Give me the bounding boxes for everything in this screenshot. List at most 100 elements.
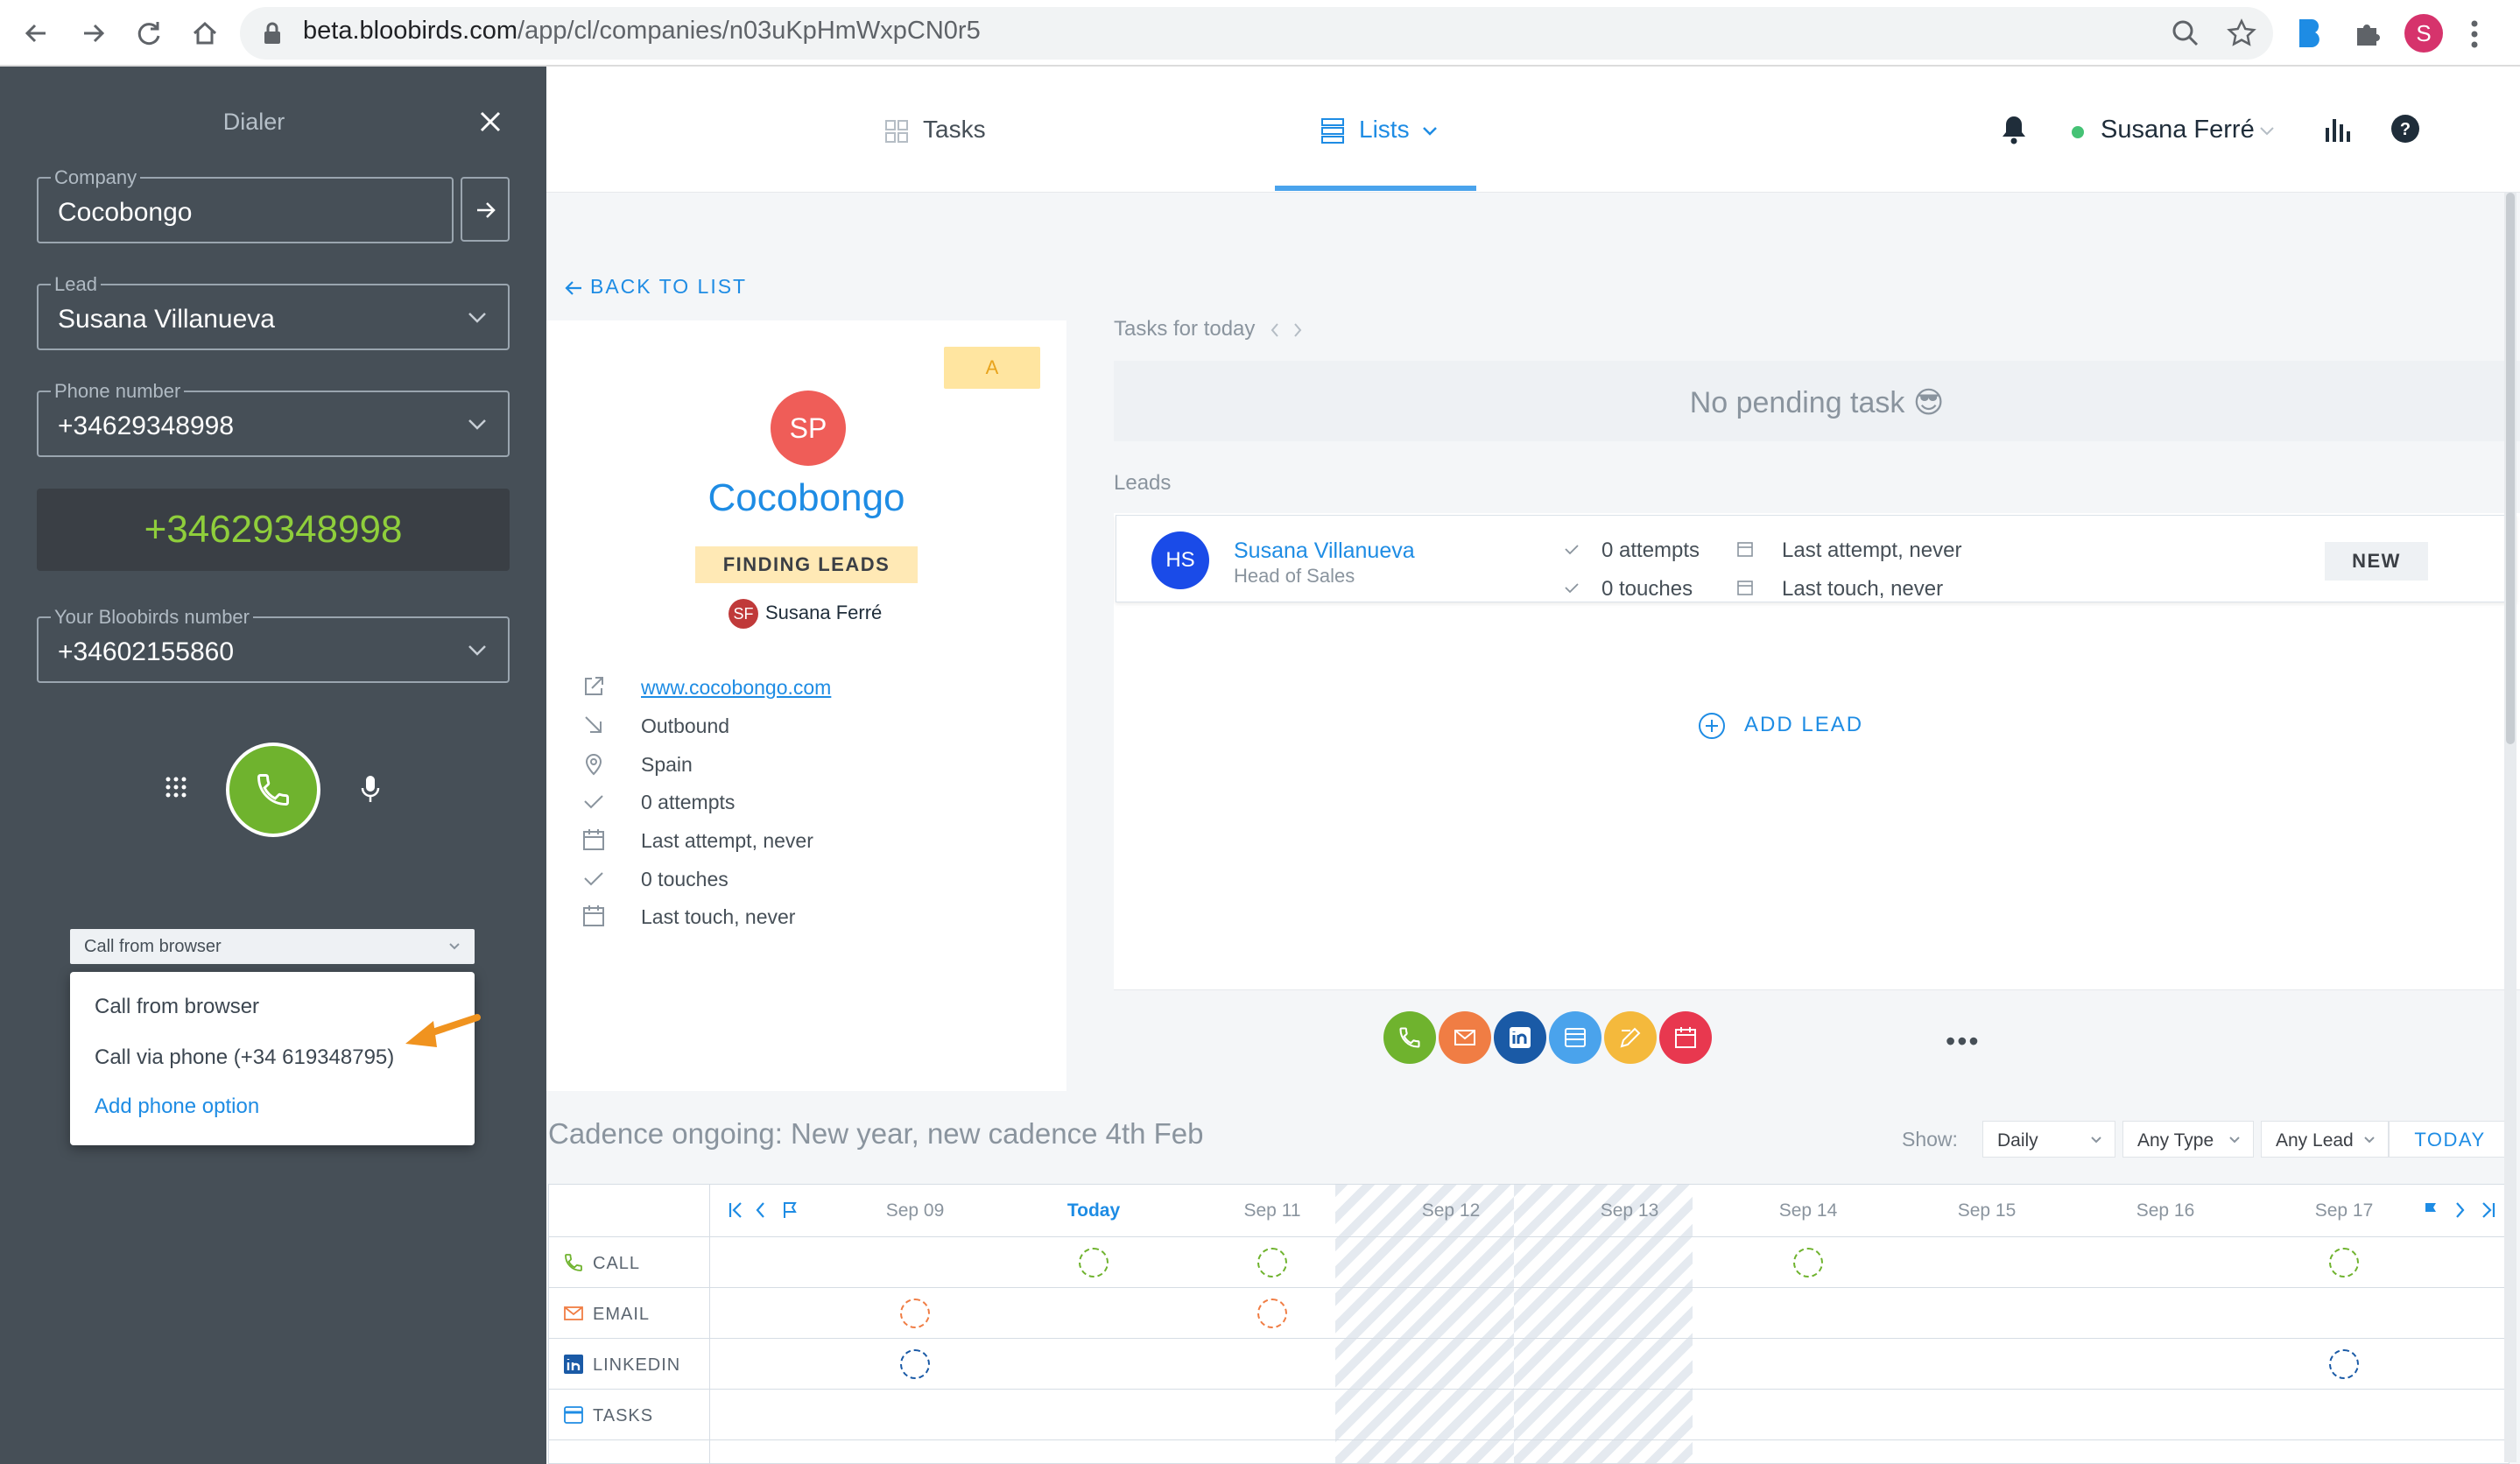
show-label: Show:: [1902, 1128, 1958, 1151]
bloobirds-extension-icon[interactable]: [2296, 16, 2326, 51]
user-menu[interactable]: Susana Ferré: [2101, 116, 2255, 144]
scrollbar-thumb[interactable]: [2506, 193, 2515, 744]
microphone-icon[interactable]: [359, 774, 382, 804]
tab-lists[interactable]: Lists: [1359, 116, 1410, 144]
cadence-call-marker[interactable]: [1257, 1248, 1287, 1277]
home-icon[interactable]: [187, 16, 222, 51]
cadence-email-marker[interactable]: [1257, 1299, 1287, 1328]
lead-job-title: Head of Sales: [1234, 565, 1355, 587]
forward-arrow-icon[interactable]: [75, 16, 110, 51]
star-icon[interactable]: [2226, 18, 2257, 49]
bloobirds-field-label: Your Bloobirds number: [51, 606, 253, 629]
chevron-left-icon[interactable]: [754, 1200, 766, 1220]
company-owner: SF Susana Ferré: [729, 599, 882, 629]
keypad-icon[interactable]: [165, 776, 187, 799]
cadence-linkedin-marker[interactable]: [900, 1349, 930, 1379]
company-last-attempt: Last attempt, never: [641, 829, 813, 852]
lead-row[interactable]: HS Susana Villanueva Head of Sales 0 att…: [1116, 515, 2516, 602]
active-tab-indicator: [1275, 186, 1476, 191]
go-to-company-button[interactable]: [461, 177, 510, 242]
cadence-linkedin-marker[interactable]: [2329, 1349, 2359, 1379]
company-country: Spain: [641, 753, 693, 776]
meeting-icon: [1565, 1028, 1586, 1047]
lead-filter-select[interactable]: Any Lead: [2261, 1121, 2389, 1158]
action-meeting-button[interactable]: [1549, 1011, 1601, 1064]
browser-menu-icon[interactable]: [2469, 19, 2480, 49]
url-text[interactable]: beta.bloobirds.com/app/cl/companies/n03u…: [303, 17, 981, 46]
action-note-button[interactable]: [1604, 1011, 1657, 1064]
add-phone-option-link[interactable]: Add phone option: [95, 1094, 259, 1119]
lead-touches: 0 touches: [1601, 577, 1693, 601]
location-pin-icon: [585, 754, 602, 776]
calendar-row-linkedin: LINKEDIN: [549, 1339, 2509, 1390]
action-call-button[interactable]: [1383, 1011, 1436, 1064]
check-icon: [584, 872, 603, 886]
first-page-icon[interactable]: [728, 1200, 743, 1220]
cadence-email-marker[interactable]: [900, 1299, 930, 1328]
lead-filter-value: Any Lead: [2276, 1130, 2354, 1151]
flag-icon[interactable]: [782, 1200, 798, 1220]
flag-filled-icon[interactable]: [2423, 1200, 2439, 1220]
page-scrollbar[interactable]: [2504, 193, 2516, 1462]
menu-item-call-via-phone[interactable]: Call via phone (+34 619348795): [95, 1045, 394, 1070]
extensions-puzzle-icon[interactable]: [2352, 18, 2383, 49]
company-name[interactable]: Cocobongo: [546, 476, 1066, 520]
call-mode-select[interactable]: Call from browser: [70, 929, 475, 964]
call-button[interactable]: [226, 743, 320, 837]
action-calendar-button[interactable]: [1659, 1011, 1712, 1064]
chevron-right-icon[interactable]: [2454, 1200, 2467, 1220]
linkedin-icon: [1510, 1027, 1531, 1048]
profile-avatar[interactable]: S: [2404, 14, 2443, 53]
bloobirds-number-select[interactable]: Your Bloobirds number +34602155860: [37, 606, 510, 683]
period-select[interactable]: Daily: [1982, 1121, 2115, 1158]
add-lead-button[interactable]: ADD LEAD: [1699, 713, 1863, 739]
more-actions-icon[interactable]: •••: [1946, 1025, 1981, 1058]
row-label-linkedin: LINKEDIN: [593, 1355, 681, 1375]
orange-arrow-annotation: [398, 1012, 486, 1056]
day-sep-17: Sep 17: [2314, 1200, 2374, 1221]
company-field[interactable]: Company Cocobongo: [37, 166, 454, 243]
cadence-call-marker[interactable]: [1793, 1248, 1823, 1277]
lead-status-badge[interactable]: NEW: [2325, 542, 2428, 581]
dashboard-chart-icon[interactable]: [2324, 116, 2352, 144]
email-icon: [1454, 1030, 1475, 1045]
tab-tasks[interactable]: Tasks: [923, 116, 986, 144]
lead-attempts: 0 attempts: [1601, 538, 1700, 562]
back-to-list-label: BACK TO LIST: [590, 275, 748, 298]
calendar-row-tasks: TASKS: [549, 1390, 2509, 1440]
chevron-right-icon[interactable]: [1292, 322, 1303, 338]
phone-number-select[interactable]: Phone number +34629348998: [37, 380, 510, 457]
action-email-button[interactable]: [1439, 1011, 1491, 1064]
row-label-call: CALL: [593, 1254, 641, 1273]
call-mode-menu: Call from browser Call via phone (+34 61…: [70, 972, 475, 1145]
last-page-icon[interactable]: [2481, 1200, 2496, 1220]
chevron-down-icon[interactable]: [1422, 126, 1438, 137]
action-linkedin-button[interactable]: [1494, 1011, 1546, 1064]
reload-icon[interactable]: [131, 16, 166, 51]
notifications-bell-icon[interactable]: [2000, 114, 2028, 145]
help-icon[interactable]: ?: [2390, 114, 2420, 144]
zoom-icon[interactable]: [2170, 18, 2201, 49]
email-icon: [564, 1306, 583, 1320]
lead-name[interactable]: Susana Villanueva: [1234, 538, 1415, 564]
main-app: Tasks Lists Susana Ferré ? BACK TO LIST …: [546, 67, 2520, 1464]
back-to-list-link[interactable]: BACK TO LIST: [564, 275, 747, 299]
back-arrow-icon[interactable]: [19, 16, 54, 51]
lead-select[interactable]: Lead Susana Villanueva: [37, 273, 510, 350]
company-status-badge[interactable]: FINDING LEADS: [695, 546, 918, 583]
chevron-down-icon: [2364, 1137, 2375, 1144]
period-select-value: Daily: [1997, 1130, 2038, 1151]
cadence-call-marker[interactable]: [1079, 1248, 1109, 1277]
calendar-row-email: EMAIL: [549, 1288, 2509, 1339]
close-icon[interactable]: [477, 109, 503, 135]
phone-icon: [257, 774, 289, 806]
type-select[interactable]: Any Type: [2122, 1121, 2254, 1158]
chevron-left-icon[interactable]: [1270, 322, 1280, 338]
day-sep-16: Sep 16: [2136, 1200, 2195, 1221]
today-button[interactable]: TODAY: [2389, 1121, 2511, 1158]
menu-item-call-from-browser[interactable]: Call from browser: [95, 995, 259, 1019]
url-path: /app/cl/companies/n03uKpHmWxpCN0r5: [517, 17, 981, 45]
chevron-down-icon[interactable]: [2259, 126, 2275, 137]
cadence-call-marker[interactable]: [2329, 1248, 2359, 1277]
company-website-link[interactable]: www.cocobongo.com: [641, 676, 831, 700]
